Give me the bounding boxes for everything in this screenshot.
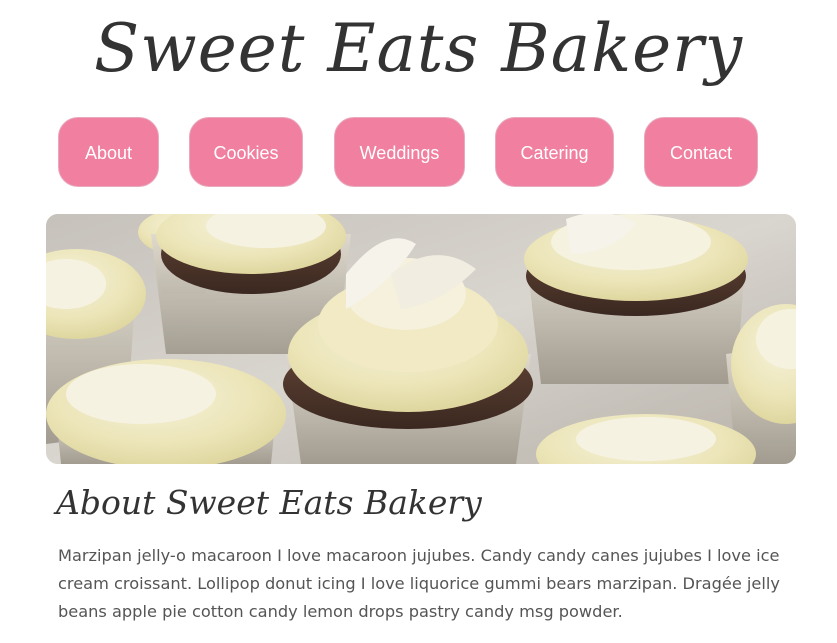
about-body-text: Marzipan jelly-o macaroon I love macaroo… [58, 546, 780, 621]
main-nav: About Cookies Weddings Catering Contact [0, 117, 837, 189]
about-heading: About Sweet Eats Bakery [56, 483, 482, 522]
hero-image-cupcakes [46, 214, 796, 464]
nav-cookies-button[interactable]: Cookies [189, 117, 303, 187]
nav-about-button[interactable]: About [58, 117, 159, 187]
nav-weddings-button[interactable]: Weddings [334, 117, 465, 187]
cupcakes-photo [46, 214, 796, 464]
site-title: Sweet Eats Bakery [94, 10, 743, 87]
nav-catering-button[interactable]: Catering [495, 117, 614, 187]
nav-contact-button[interactable]: Contact [644, 117, 758, 187]
